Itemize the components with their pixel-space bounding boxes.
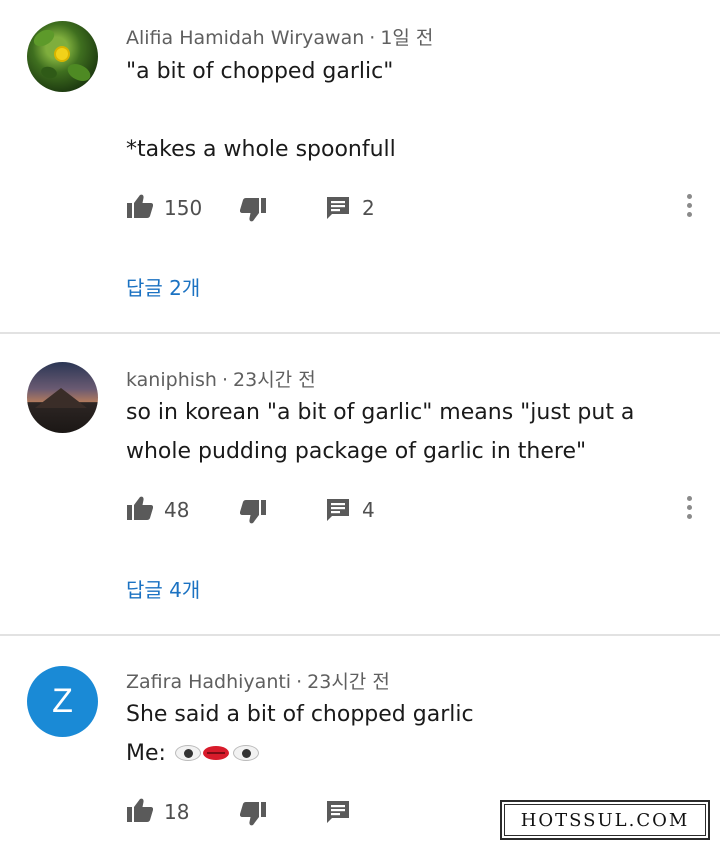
meta-separator: · <box>296 671 303 693</box>
site-watermark: HOTSSUL.COM <box>500 800 710 840</box>
comment-text-line: Me: <box>126 741 173 766</box>
reply-count: 4 <box>362 498 375 522</box>
thumbs-down-icon[interactable] <box>240 500 266 524</box>
meta-separator: · <box>221 369 229 391</box>
more-vertical-icon[interactable] <box>686 194 694 220</box>
comment-time: 23시간 전 <box>307 671 390 693</box>
eye-emoji-icon <box>174 745 201 761</box>
comment-1: Alifia Hamidah Wiryawan · 1일 전 "a bit of c… <box>0 0 720 332</box>
avatar-letter: Z <box>52 682 73 720</box>
comment-actions: 150 2 <box>126 194 706 224</box>
thumbs-down-icon[interactable] <box>240 198 266 222</box>
avatar[interactable] <box>27 362 98 433</box>
eye-emoji-icon <box>232 745 259 761</box>
avatar[interactable] <box>27 21 98 92</box>
author-name[interactable]: kaniphish <box>126 369 217 391</box>
comment-2: kaniphish · 23시간 전 so in korean "a bit of … <box>0 334 720 634</box>
reply-count: 2 <box>362 196 375 220</box>
like-count: 18 <box>164 800 190 824</box>
meta-separator: · <box>369 27 376 49</box>
comment-meta: kaniphish · 23시간 전 <box>126 365 316 392</box>
lips-emoji-icon <box>202 746 229 760</box>
avatar[interactable]: Z <box>27 666 98 737</box>
view-replies-link[interactable]: 답글 4개 <box>126 574 200 603</box>
comment-text-line: She said a bit of chopped garlic <box>126 702 474 727</box>
comment-text-line: whole pudding package of garlic in there… <box>126 439 587 464</box>
like-count: 48 <box>164 498 190 522</box>
comment-text-line-emoji: Me: <box>126 734 259 773</box>
comment-icon[interactable] <box>326 498 350 522</box>
thumbs-up-icon[interactable] <box>127 798 153 822</box>
comment-time: 23시간 전 <box>233 369 316 391</box>
thumbs-up-icon[interactable] <box>127 496 153 520</box>
comment-time: 1일 전 <box>380 27 434 49</box>
comment-text-line: *takes a whole spoonfull <box>126 137 396 162</box>
comment-meta: Alifia Hamidah Wiryawan · 1일 전 <box>126 23 433 50</box>
author-name[interactable]: Zafira Hadhiyanti <box>126 671 291 693</box>
view-replies-link[interactable]: 답글 2개 <box>126 272 200 301</box>
comment-actions: 48 4 <box>126 496 706 526</box>
author-name[interactable]: Alifia Hamidah Wiryawan <box>126 27 364 49</box>
thumbs-up-icon[interactable] <box>127 194 153 218</box>
comment-icon[interactable] <box>326 800 350 824</box>
more-vertical-icon[interactable] <box>686 496 694 522</box>
comment-icon[interactable] <box>326 196 350 220</box>
comment-meta: Zafira Hadhiyanti · 23시간 전 <box>126 667 390 694</box>
comment-text-line: "a bit of chopped garlic" <box>126 59 394 84</box>
comment-text-line: so in korean "a bit of garlic" means "ju… <box>126 400 635 425</box>
thumbs-down-icon[interactable] <box>240 802 266 826</box>
like-count: 150 <box>164 196 203 220</box>
